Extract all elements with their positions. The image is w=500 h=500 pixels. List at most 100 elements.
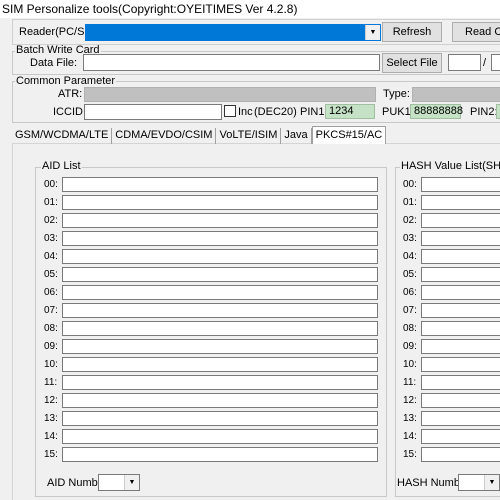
hash-input[interactable] <box>421 321 500 336</box>
aid-input[interactable] <box>62 177 378 192</box>
type-label: Type: <box>383 88 410 100</box>
tab-gsm[interactable]: GSM/WCDMA/LTE <box>12 128 113 144</box>
aid-row: 03: <box>44 231 380 246</box>
hash-input[interactable] <box>421 267 500 282</box>
hash-row: 05: <box>403 267 500 282</box>
hash-row: 11: <box>403 375 500 390</box>
hash-input[interactable] <box>421 357 500 372</box>
hash-list-legend: HASH Value List(SHA1) <box>400 161 500 172</box>
iccid-label: ICCID: <box>53 106 86 118</box>
hash-row: 15: <box>403 447 500 462</box>
pin2-input[interactable] <box>496 104 500 119</box>
aid-row-label: 12: <box>44 395 58 406</box>
hash-input[interactable] <box>421 339 500 354</box>
aid-input[interactable] <box>62 231 378 246</box>
hash-row: 03: <box>403 231 500 246</box>
hash-input[interactable] <box>421 411 500 426</box>
aid-input[interactable] <box>62 429 378 444</box>
read-card-button[interactable]: Read Card <box>452 22 500 42</box>
hash-input[interactable] <box>421 429 500 444</box>
hash-number-select[interactable]: ▼ <box>458 474 500 491</box>
aid-row: 15: <box>44 447 380 462</box>
iccid-input[interactable] <box>84 104 222 120</box>
hash-input[interactable] <box>421 375 500 390</box>
reader-select[interactable]: ▼ <box>85 24 381 41</box>
window-title: SIM Personalize tools(Copyright:OYEITIME… <box>0 0 500 18</box>
puk1-input[interactable]: 88888888 <box>410 104 463 119</box>
aid-input[interactable] <box>62 321 378 336</box>
hash-input[interactable] <box>421 249 500 264</box>
hash-row: 10: <box>403 357 500 372</box>
aid-row-label: 11: <box>44 377 58 388</box>
aid-row: 13: <box>44 411 380 426</box>
hash-row-label: 15: <box>403 449 417 460</box>
chevron-down-icon[interactable]: ▼ <box>484 475 499 490</box>
atr-label: ATR: <box>58 88 83 100</box>
aid-input[interactable] <box>62 285 378 300</box>
hash-row: 08: <box>403 321 500 336</box>
chevron-down-icon[interactable]: ▼ <box>124 475 139 490</box>
aid-row: 10: <box>44 357 380 372</box>
hash-row-label: 01: <box>403 197 417 208</box>
chevron-down-icon[interactable]: ▼ <box>365 25 380 40</box>
aid-input[interactable] <box>62 249 378 264</box>
tab-cdma[interactable]: CDMA/EVDO/CSIM <box>112 128 217 144</box>
aid-input[interactable] <box>62 411 378 426</box>
aid-row-label: 05: <box>44 269 58 280</box>
hash-input[interactable] <box>421 285 500 300</box>
aid-row: 06: <box>44 285 380 300</box>
hash-input[interactable] <box>421 177 500 192</box>
hash-row-label: 07: <box>403 305 417 316</box>
tab-pkcs15[interactable]: PKCS#15/AC <box>311 126 387 144</box>
pin1-input[interactable]: 1234 <box>325 104 375 119</box>
hash-row-label: 00: <box>403 179 417 190</box>
aid-input[interactable] <box>62 195 378 210</box>
aid-input[interactable] <box>62 339 378 354</box>
aid-row: 09: <box>44 339 380 354</box>
aid-row: 12: <box>44 393 380 408</box>
aid-row: 04: <box>44 249 380 264</box>
hash-input[interactable] <box>421 231 500 246</box>
hash-row: 02: <box>403 213 500 228</box>
aid-input[interactable] <box>62 267 378 282</box>
hash-input[interactable] <box>421 447 500 462</box>
pin1-label: PIN1: <box>300 106 328 118</box>
hash-input[interactable] <box>421 393 500 408</box>
hash-input[interactable] <box>421 195 500 210</box>
aid-row-label: 04: <box>44 251 58 262</box>
aid-input[interactable] <box>62 393 378 408</box>
aid-input[interactable] <box>62 213 378 228</box>
hash-row-label: 12: <box>403 395 417 406</box>
aid-input[interactable] <box>62 357 378 372</box>
hash-input[interactable] <box>421 303 500 318</box>
aid-row-label: 03: <box>44 233 58 244</box>
hash-input[interactable] <box>421 213 500 228</box>
inc-label: Inc <box>238 106 253 118</box>
aid-input[interactable] <box>62 303 378 318</box>
tab-java[interactable]: Java <box>281 128 312 144</box>
aid-input[interactable] <box>62 375 378 390</box>
data-file-input[interactable] <box>83 54 380 71</box>
aid-input[interactable] <box>62 447 378 462</box>
hash-row: 07: <box>403 303 500 318</box>
aid-row-label: 07: <box>44 305 58 316</box>
hash-row: 06: <box>403 285 500 300</box>
batch-total-input[interactable] <box>491 54 500 71</box>
refresh-button[interactable]: Refresh <box>382 22 442 42</box>
aid-number-select[interactable]: ▼ <box>98 474 140 491</box>
select-file-button[interactable]: Select File <box>382 53 442 73</box>
aid-row: 14: <box>44 429 380 444</box>
aid-row: 11: <box>44 375 380 390</box>
pin2-label: PIN2: <box>470 106 498 118</box>
inc-checkbox[interactable] <box>224 105 236 117</box>
aid-row-label: 09: <box>44 341 58 352</box>
tab-volte[interactable]: VoLTE/ISIM <box>216 128 282 144</box>
aid-row-label: 00: <box>44 179 58 190</box>
batch-count-input[interactable] <box>448 54 481 71</box>
hash-row-label: 14: <box>403 431 417 442</box>
aid-row: 05: <box>44 267 380 282</box>
batch-slash: / <box>483 57 487 69</box>
aid-row: 01: <box>44 195 380 210</box>
aid-row: 08: <box>44 321 380 336</box>
hash-row-label: 13: <box>403 413 417 424</box>
